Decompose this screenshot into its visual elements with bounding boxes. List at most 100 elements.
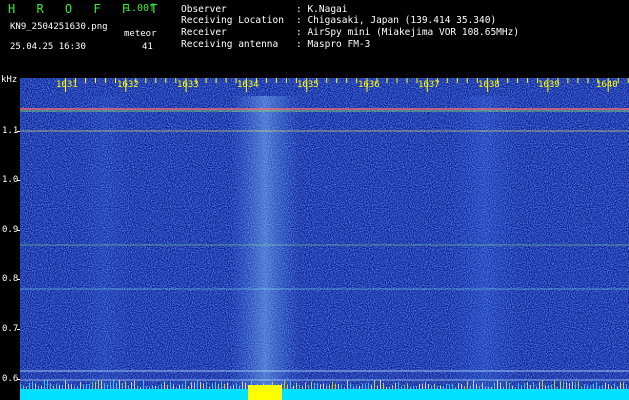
signal-spike bbox=[554, 380, 555, 389]
x-label-1632: 1632 bbox=[117, 80, 139, 90]
signal-spike bbox=[575, 382, 576, 389]
y-axis-unit: kHz bbox=[1, 75, 18, 85]
x-tick-minor bbox=[346, 78, 348, 83]
signal-spike bbox=[503, 386, 504, 389]
signal-spike bbox=[347, 380, 348, 389]
signal-spike bbox=[116, 382, 117, 389]
signal-spike bbox=[110, 382, 111, 389]
bottom-signal-band bbox=[20, 389, 629, 400]
signal-spike bbox=[449, 384, 450, 389]
signal-spike bbox=[566, 382, 567, 389]
signal-spike bbox=[392, 384, 393, 389]
y-label-0-6: 0.6 bbox=[2, 374, 19, 384]
signal-spike bbox=[29, 382, 30, 389]
signal-spike bbox=[497, 380, 498, 389]
signal-spike bbox=[398, 382, 399, 389]
signal-spike bbox=[287, 384, 288, 389]
x-tick-minor bbox=[577, 78, 579, 83]
spectrogram: 1631 1632 1633 1634 1635 1636 1637 1638 … bbox=[20, 78, 629, 400]
signal-spike bbox=[374, 380, 375, 389]
signal-spike bbox=[602, 384, 603, 389]
info-key-antenna: Receiving antenna bbox=[181, 39, 279, 50]
signal-spike bbox=[80, 382, 81, 389]
signal-spike bbox=[356, 385, 357, 389]
signal-spike bbox=[584, 384, 585, 389]
signal-spike bbox=[329, 384, 330, 389]
signal-spike bbox=[581, 386, 582, 389]
x-label-1633: 1633 bbox=[177, 80, 199, 90]
signal-spike bbox=[74, 386, 75, 389]
signal-spike bbox=[596, 382, 597, 389]
signal-spike bbox=[218, 383, 219, 389]
signal-spike bbox=[491, 386, 492, 389]
signal-spike bbox=[434, 383, 435, 389]
x-tick-minor bbox=[85, 78, 86, 83]
signal-spike bbox=[131, 382, 132, 389]
signal-spike bbox=[242, 381, 243, 389]
signal-spike bbox=[176, 386, 177, 389]
signal-spike bbox=[68, 383, 69, 389]
signal-spike bbox=[128, 385, 129, 389]
signal-spike bbox=[422, 383, 423, 389]
x-tick-minor bbox=[145, 78, 147, 83]
signal-spike bbox=[509, 382, 510, 389]
x-label-1638: 1638 bbox=[478, 80, 500, 90]
signal-spike bbox=[428, 383, 429, 389]
signal-spike bbox=[98, 380, 99, 389]
signal-spike bbox=[341, 384, 342, 389]
signal-spike bbox=[38, 385, 39, 389]
signal-spike bbox=[65, 380, 66, 389]
signal-spike bbox=[296, 382, 297, 389]
signal-spike bbox=[476, 384, 477, 389]
signal-spike bbox=[512, 385, 513, 389]
signal-spike bbox=[530, 384, 531, 389]
signal-spike bbox=[452, 383, 453, 389]
signal-spike bbox=[572, 381, 573, 389]
x-tick-minor bbox=[95, 78, 96, 83]
x-tick-minor bbox=[326, 78, 328, 83]
info-value-receiver: : AirSpy mini (Miakejima VOR 108.65MHz) bbox=[296, 27, 520, 38]
signal-spike bbox=[314, 382, 315, 389]
x-tick-minor bbox=[115, 78, 116, 83]
x-label-1635: 1635 bbox=[297, 80, 319, 90]
signal-spike bbox=[239, 385, 240, 389]
signal-spike bbox=[587, 385, 588, 389]
signal-spike bbox=[494, 382, 495, 389]
signal-spike bbox=[179, 384, 180, 389]
x-tick-minor bbox=[275, 78, 277, 83]
signal-spike bbox=[419, 384, 420, 389]
timestamp: 25.04.25 16:30 bbox=[10, 42, 86, 52]
signal-spike bbox=[95, 381, 96, 389]
signal-spike bbox=[461, 383, 462, 389]
signal-spike bbox=[620, 382, 621, 389]
signal-spike bbox=[605, 382, 606, 389]
spectrogram-canvas bbox=[20, 78, 629, 400]
signal-spike bbox=[326, 384, 327, 389]
x-tick-minor bbox=[507, 78, 509, 83]
signal-spike bbox=[542, 380, 543, 389]
x-tick-minor bbox=[587, 78, 589, 83]
signal-spike bbox=[83, 384, 84, 389]
info-value-observer: : K.Nagai bbox=[296, 4, 348, 15]
x-tick-minor bbox=[336, 78, 338, 83]
x-tick-minor bbox=[265, 78, 267, 83]
info-value-antenna: : Maspro FM-3 bbox=[296, 39, 371, 50]
signal-spike bbox=[551, 384, 552, 389]
signal-spike bbox=[317, 383, 318, 389]
x-tick-minor bbox=[205, 78, 207, 83]
signal-spike bbox=[389, 386, 390, 389]
y-label-0-7: 0.7 bbox=[2, 324, 19, 334]
signal-spike bbox=[104, 383, 105, 389]
faint-echo-trail bbox=[80, 96, 130, 392]
signal-spike bbox=[416, 386, 417, 389]
signal-spike bbox=[23, 385, 24, 389]
signal-spike bbox=[140, 386, 141, 389]
header-panel: H R O F F T 1.00f KN9_2504251630.png met… bbox=[0, 0, 629, 78]
y-label-1-0: 1.0 bbox=[2, 175, 19, 185]
signal-spike bbox=[215, 381, 216, 389]
x-label-1634: 1634 bbox=[237, 80, 259, 90]
signal-spike bbox=[224, 383, 225, 389]
signal-spike bbox=[350, 383, 351, 389]
signal-spike bbox=[458, 383, 459, 389]
signal-spike bbox=[35, 383, 36, 389]
